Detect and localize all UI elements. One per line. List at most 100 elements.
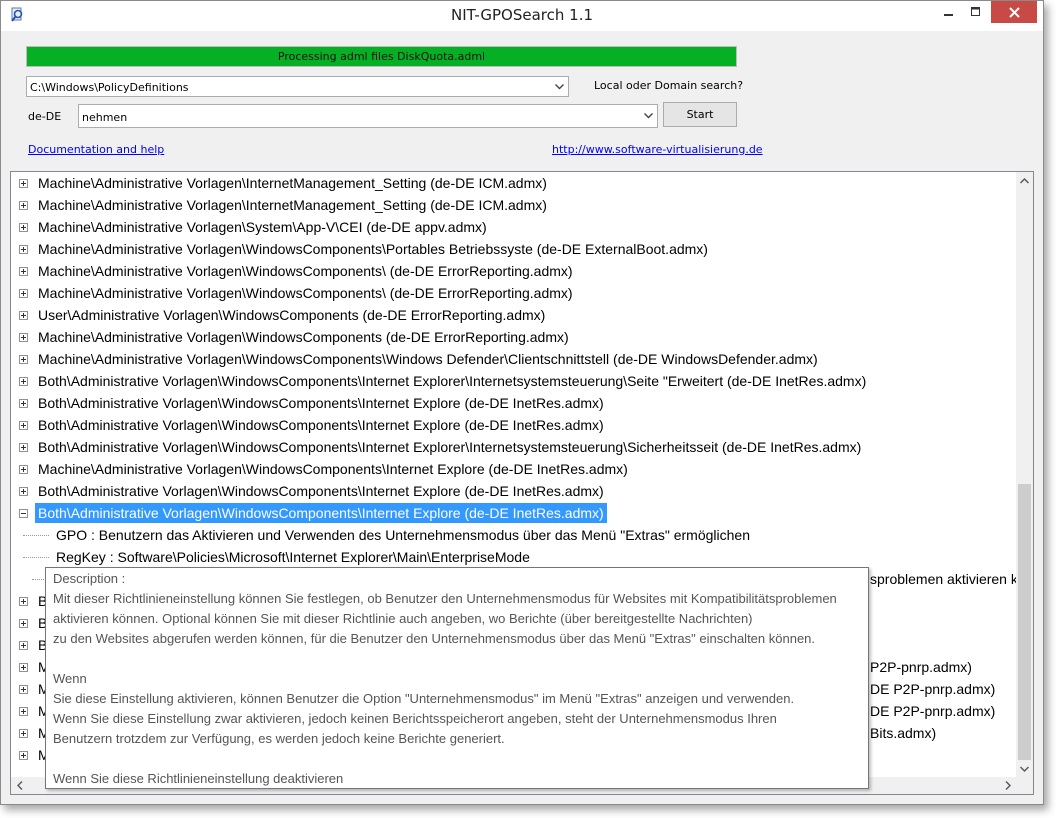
- documentation-link[interactable]: Documentation and help: [28, 143, 164, 156]
- search-term-value: nehmen: [82, 111, 128, 124]
- tree-item-tail[interactable]: DE P2P-pnrp.admx): [870, 681, 995, 697]
- tree-item[interactable]: Machine\Administrative Vorlagen\Internet…: [11, 194, 1015, 216]
- close-icon: [1008, 6, 1020, 18]
- tree-item-tail[interactable]: DE P2P-pnrp.admx): [870, 703, 995, 719]
- policy-path-dropdown[interactable]: C:\Windows\PolicyDefinitions: [26, 76, 569, 97]
- tooltip-line: Benutzern trotzdem zur Verfügung, es wer…: [53, 731, 505, 746]
- minimize-icon: [944, 14, 953, 16]
- tree-item[interactable]: Machine\Administrative Vorlagen\WindowsC…: [11, 348, 1015, 370]
- expand-icon[interactable]: [19, 421, 28, 430]
- tree-item[interactable]: Both\Administrative Vorlagen\WindowsComp…: [11, 502, 1015, 524]
- tree-item-label: Machine\Administrative Vorlagen\WindowsC…: [38, 241, 708, 257]
- tree-item[interactable]: Machine\Administrative Vorlagen\WindowsC…: [11, 260, 1015, 282]
- expand-icon[interactable]: [19, 707, 28, 716]
- app-window: NIT-GPOSearch 1.1 Processing adml files …: [0, 0, 1044, 805]
- tree-item[interactable]: Machine\Administrative Vorlagen\WindowsC…: [11, 458, 1015, 480]
- vertical-scroll-thumb[interactable]: [1018, 484, 1031, 760]
- tree-child-item[interactable]: GPO : Benutzern das Aktivieren und Verwe…: [11, 524, 1015, 546]
- tree-item-tail[interactable]: P2P-pnrp.admx): [870, 659, 972, 675]
- tree-item-label: Machine\Administrative Vorlagen\WindowsC…: [38, 285, 573, 301]
- expand-icon[interactable]: [19, 289, 28, 298]
- chevron-down-icon[interactable]: [551, 77, 568, 96]
- expand-icon[interactable]: [19, 663, 28, 672]
- tree-item-label: Machine\Administrative Vorlagen\WindowsC…: [38, 263, 573, 279]
- tree-child-item[interactable]: RegKey : Software\Policies\Microsoft\Int…: [11, 546, 1015, 568]
- tree-item[interactable]: Both\Administrative Vorlagen\WindowsComp…: [11, 370, 1015, 392]
- expand-icon[interactable]: [19, 355, 28, 364]
- tree-connector-line: [23, 535, 49, 536]
- tree-item-label: Machine\Administrative Vorlagen\WindowsC…: [38, 351, 818, 367]
- title-bar[interactable]: NIT-GPOSearch 1.1: [1, 1, 1043, 31]
- scroll-right-icon[interactable]: [999, 777, 1016, 794]
- tree-item-label: GPO : Benutzern das Aktivieren und Verwe…: [56, 527, 750, 543]
- tree-item-label: Machine\Administrative Vorlagen\WindowsC…: [38, 461, 628, 477]
- expand-icon[interactable]: [19, 267, 28, 276]
- minimize-button[interactable]: [936, 1, 962, 23]
- search-type-label[interactable]: Local oder Domain search?: [594, 79, 743, 92]
- tree-item-label: Machine\Administrative Vorlagen\Internet…: [38, 197, 547, 213]
- expand-icon[interactable]: [19, 685, 28, 694]
- scrollbar-corner: [1016, 777, 1033, 794]
- expand-icon[interactable]: [19, 487, 28, 496]
- website-link[interactable]: http://www.software-virtualisierung.de: [552, 143, 763, 156]
- tree-item-label: Machine\Administrative Vorlagen\WindowsC…: [38, 329, 569, 345]
- tree-item-label: Both\Administrative Vorlagen\WindowsComp…: [38, 483, 604, 499]
- window-title: NIT-GPOSearch 1.1: [450, 6, 594, 24]
- tree-item[interactable]: Both\Administrative Vorlagen\WindowsComp…: [11, 414, 1015, 436]
- expand-icon[interactable]: [19, 641, 28, 650]
- tooltip-line: zu den Websites abgerufen werden können,…: [53, 631, 816, 646]
- start-button[interactable]: Start: [663, 102, 737, 127]
- tree-connector-line: [23, 557, 49, 558]
- tree-item[interactable]: Machine\Administrative Vorlagen\System\A…: [11, 216, 1015, 238]
- policy-path-value: C:\Windows\PolicyDefinitions: [30, 81, 189, 94]
- tree-item[interactable]: Machine\Administrative Vorlagen\WindowsC…: [11, 238, 1015, 260]
- expand-icon[interactable]: [19, 465, 28, 474]
- tree-item[interactable]: Both\Administrative Vorlagen\WindowsComp…: [11, 480, 1015, 502]
- tree-item[interactable]: Machine\Administrative Vorlagen\WindowsC…: [11, 326, 1015, 348]
- vertical-scrollbar[interactable]: [1016, 172, 1033, 777]
- tooltip-line: Sie diese Einstellung aktivieren, können…: [53, 691, 795, 706]
- expand-icon[interactable]: [19, 399, 28, 408]
- collapse-icon[interactable]: [19, 509, 28, 518]
- progress-bar: Processing adml files DiskQuota.adml: [26, 46, 737, 67]
- tree-item-label: User\Administrative Vorlagen\WindowsComp…: [38, 307, 546, 323]
- expand-icon[interactable]: [19, 443, 28, 452]
- search-term-combo[interactable]: nehmen: [78, 104, 658, 128]
- tooltip-line: aktivieren können. Optional können Sie m…: [53, 611, 753, 626]
- tree-item-label: RegKey : Software\Policies\Microsoft\Int…: [56, 549, 530, 565]
- scroll-up-icon[interactable]: [1016, 172, 1033, 189]
- tree-item-tail[interactable]: Bits.admx): [870, 725, 936, 741]
- tree-item-label: Both\Administrative Vorlagen\WindowsComp…: [38, 439, 862, 455]
- progress-status-text: Processing adml files DiskQuota.adml: [277, 50, 486, 63]
- tree-item[interactable]: Machine\Administrative Vorlagen\Internet…: [11, 172, 1015, 194]
- expand-icon[interactable]: [19, 245, 28, 254]
- expand-icon[interactable]: [19, 179, 28, 188]
- expand-icon[interactable]: [19, 201, 28, 210]
- tree-item[interactable]: Both\Administrative Vorlagen\WindowsComp…: [11, 392, 1015, 414]
- expand-icon[interactable]: [19, 223, 28, 232]
- tree-item-label: Both\Administrative Vorlagen\WindowsComp…: [38, 373, 867, 389]
- expand-icon[interactable]: [19, 619, 28, 628]
- tree-item[interactable]: Machine\Administrative Vorlagen\WindowsC…: [11, 282, 1015, 304]
- expand-icon[interactable]: [19, 597, 28, 606]
- close-button[interactable]: [991, 1, 1037, 23]
- tree-item-label: Machine\Administrative Vorlagen\Internet…: [38, 175, 547, 191]
- tree-item-label: Both\Administrative Vorlagen\WindowsComp…: [35, 503, 607, 523]
- description-tooltip: Description : Mit dieser Richtlinieneinst…: [45, 567, 869, 789]
- tree-item-label: Both\Administrative Vorlagen\WindowsComp…: [38, 395, 604, 411]
- tooltip-line: Wenn Sie diese Richtlinieneinstellung de…: [53, 771, 344, 786]
- expand-icon[interactable]: [19, 311, 28, 320]
- tree-item[interactable]: User\Administrative Vorlagen\WindowsComp…: [11, 304, 1015, 326]
- tree-child-item-partial[interactable]: sproblemen aktivieren kö: [870, 571, 1026, 587]
- scroll-down-icon[interactable]: [1016, 760, 1033, 777]
- maximize-button[interactable]: [963, 1, 989, 23]
- tree-item[interactable]: Both\Administrative Vorlagen\WindowsComp…: [11, 436, 1015, 458]
- expand-icon[interactable]: [19, 751, 28, 760]
- expand-icon[interactable]: [19, 333, 28, 342]
- scroll-left-icon[interactable]: [11, 777, 28, 794]
- tooltip-line: Wenn: [53, 671, 87, 686]
- chevron-down-icon[interactable]: [640, 105, 657, 127]
- expand-icon[interactable]: [19, 729, 28, 738]
- expand-icon[interactable]: [19, 377, 28, 386]
- tree-item-label: Both\Administrative Vorlagen\WindowsComp…: [38, 417, 604, 433]
